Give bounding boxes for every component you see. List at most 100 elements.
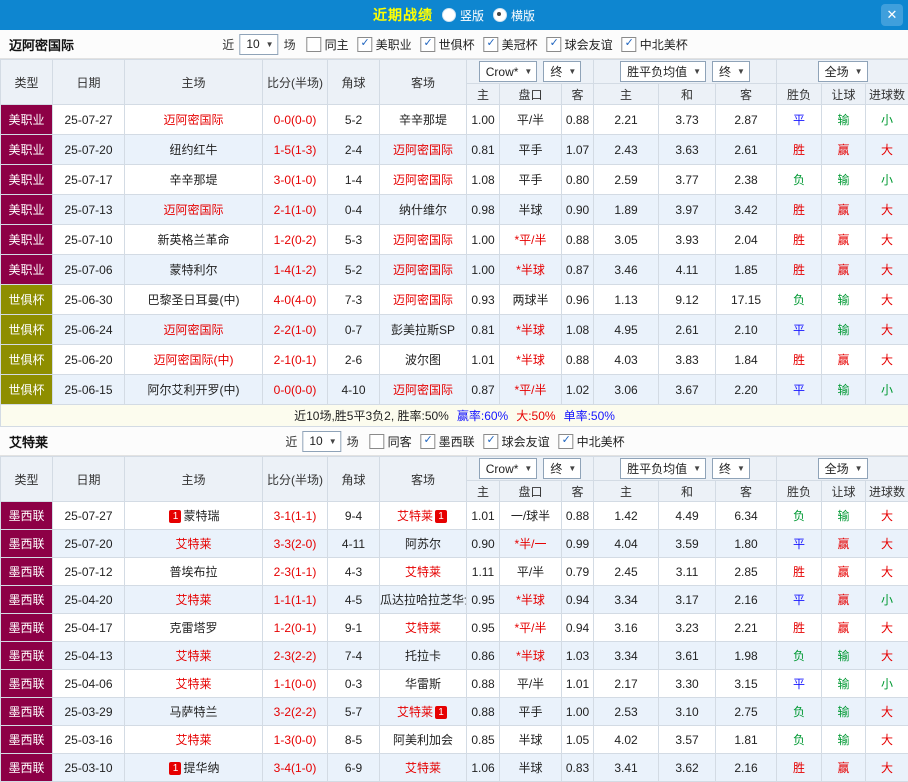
odds-group-2: 胜平负均值▼ 终▼ bbox=[594, 457, 777, 481]
wdl-final-select[interactable]: 终▼ bbox=[712, 61, 750, 82]
filter-checkbox[interactable]: ✓中北美杯 bbox=[559, 433, 625, 450]
home-team[interactable]: 新英格兰革命 bbox=[125, 225, 263, 255]
odds-final-select[interactable]: 终▼ bbox=[543, 458, 581, 479]
score: 3-2(2-2) bbox=[263, 698, 328, 726]
home-avg-odds: 2.45 bbox=[594, 558, 659, 586]
col-home-odds: 主 bbox=[467, 481, 500, 502]
result-wdl: 胜 bbox=[777, 135, 822, 165]
match-date: 25-04-13 bbox=[53, 642, 125, 670]
away-team[interactable]: 迈阿密国际 bbox=[380, 255, 467, 285]
away-team[interactable]: 迈阿密国际 bbox=[380, 165, 467, 195]
away-team[interactable]: 华雷斯 bbox=[380, 670, 467, 698]
away-team[interactable]: 彭美拉斯SP bbox=[380, 315, 467, 345]
away-team[interactable]: 艾特莱 bbox=[380, 558, 467, 586]
home-team[interactable]: 迈阿密国际(中) bbox=[125, 345, 263, 375]
fulltime-select[interactable]: 全场▼ bbox=[818, 458, 868, 479]
odds-group-1: Crow*▼终▼ bbox=[467, 60, 594, 84]
handicap-line: 一/球半 bbox=[500, 502, 562, 530]
away-avg-odds: 2.87 bbox=[716, 105, 777, 135]
corners: 5-2 bbox=[328, 105, 380, 135]
away-team[interactable]: 迈阿密国际 bbox=[380, 225, 467, 255]
filter-checkbox[interactable]: ✓美冠杯 bbox=[484, 36, 538, 53]
home-team[interactable]: 迈阿密国际 bbox=[125, 195, 263, 225]
match-count-select[interactable]: 10▼ bbox=[239, 34, 278, 55]
filter-checkbox[interactable]: ✓中北美杯 bbox=[622, 36, 688, 53]
corners: 0-4 bbox=[328, 195, 380, 225]
away-team[interactable]: 波尔图 bbox=[380, 345, 467, 375]
away-team[interactable]: 艾特莱1 bbox=[380, 698, 467, 726]
home-team[interactable]: 艾特莱 bbox=[125, 642, 263, 670]
away-team[interactable]: 艾特莱 bbox=[380, 754, 467, 782]
table-row: 墨西联25-04-13艾特莱2-3(2-2)7-4托拉卡0.86*半球1.033… bbox=[1, 642, 908, 670]
away-avg-odds: 2.10 bbox=[716, 315, 777, 345]
odds-source-select[interactable]: Crow*▼ bbox=[479, 458, 538, 479]
draw-avg-odds: 3.77 bbox=[659, 165, 716, 195]
matches-label: 场 bbox=[284, 36, 296, 53]
home-team[interactable]: 艾特莱 bbox=[125, 670, 263, 698]
home-avg-odds: 4.03 bbox=[594, 345, 659, 375]
home-team[interactable]: 迈阿密国际 bbox=[125, 105, 263, 135]
away-team[interactable]: 迈阿密国际 bbox=[380, 375, 467, 405]
home-team[interactable]: 艾特莱 bbox=[125, 726, 263, 754]
col-goals: 进球数 bbox=[866, 481, 908, 502]
filter-checkbox[interactable]: ✓世俱杯 bbox=[421, 36, 475, 53]
home-avg-odds: 4.02 bbox=[594, 726, 659, 754]
away-team[interactable]: 迈阿密国际 bbox=[380, 285, 467, 315]
home-team[interactable]: 1蒙特瑞 bbox=[125, 502, 263, 530]
wdl-final-select[interactable]: 终▼ bbox=[712, 458, 750, 479]
radio-horizontal-layout[interactable]: 横版 bbox=[493, 7, 535, 24]
home-team[interactable]: 马萨特兰 bbox=[125, 698, 263, 726]
filter-checkbox[interactable]: ✓球会友谊 bbox=[547, 36, 613, 53]
home-team[interactable]: 阿尔艾利开罗(中) bbox=[125, 375, 263, 405]
match-count-select[interactable]: 10▼ bbox=[302, 431, 341, 452]
odds-source-select[interactable]: Crow*▼ bbox=[479, 61, 538, 82]
home-avg-odds: 3.34 bbox=[594, 642, 659, 670]
team-name-text: 迈阿密国际 bbox=[393, 293, 453, 307]
league-type: 美职业 bbox=[1, 255, 53, 285]
radio-vertical-layout[interactable]: 竖版 bbox=[442, 7, 484, 24]
away-team[interactable]: 托拉卡 bbox=[380, 642, 467, 670]
fulltime-select[interactable]: 全场▼ bbox=[818, 61, 868, 82]
away-odds: 1.08 bbox=[562, 315, 594, 345]
home-team[interactable]: 纽约红牛 bbox=[125, 135, 263, 165]
result-goals: 小 bbox=[866, 105, 908, 135]
away-team[interactable]: 阿美利加会 bbox=[380, 726, 467, 754]
away-team[interactable]: 辛辛那堤 bbox=[380, 105, 467, 135]
home-team[interactable]: 艾特莱 bbox=[125, 530, 263, 558]
home-team[interactable]: 巴黎圣日耳曼(中) bbox=[125, 285, 263, 315]
filter-checkbox[interactable]: 同主 bbox=[307, 36, 349, 53]
home-team[interactable]: 艾特莱 bbox=[125, 586, 263, 614]
away-team[interactable]: 纳什维尔 bbox=[380, 195, 467, 225]
close-icon[interactable]: ✕ bbox=[881, 4, 903, 26]
odds-group-3: 全场▼ bbox=[777, 60, 908, 84]
home-team[interactable]: 普埃布拉 bbox=[125, 558, 263, 586]
away-team[interactable]: 瓜达拉哈拉芝华士 bbox=[380, 586, 467, 614]
match-date: 25-07-27 bbox=[53, 502, 125, 530]
home-team[interactable]: 蒙特利尔 bbox=[125, 255, 263, 285]
checkbox-label: 美职业 bbox=[376, 36, 412, 53]
home-avg-odds: 1.89 bbox=[594, 195, 659, 225]
home-team[interactable]: 迈阿密国际 bbox=[125, 315, 263, 345]
away-team[interactable]: 迈阿密国际 bbox=[380, 135, 467, 165]
table-row: 美职业25-07-27迈阿密国际0-0(0-0)5-2辛辛那堤1.00平/半0.… bbox=[1, 105, 908, 135]
home-odds: 0.98 bbox=[467, 195, 500, 225]
col-home-odds: 主 bbox=[467, 84, 500, 105]
away-team[interactable]: 阿苏尔 bbox=[380, 530, 467, 558]
away-team[interactable]: 艾特莱 bbox=[380, 614, 467, 642]
filter-checkbox[interactable]: ✓美职业 bbox=[358, 36, 412, 53]
result-handicap: 赢 bbox=[822, 530, 866, 558]
home-team[interactable]: 辛辛那堤 bbox=[125, 165, 263, 195]
home-team[interactable]: 1提华纳 bbox=[125, 754, 263, 782]
checkbox-label: 世俱杯 bbox=[439, 36, 475, 53]
filter-checkbox[interactable]: 同客 bbox=[370, 433, 412, 450]
home-team[interactable]: 克雷塔罗 bbox=[125, 614, 263, 642]
wdl-avg-select[interactable]: 胜平负均值▼ bbox=[620, 61, 706, 82]
away-team[interactable]: 艾特莱1 bbox=[380, 502, 467, 530]
draw-avg-odds: 4.49 bbox=[659, 502, 716, 530]
away-odds: 0.88 bbox=[562, 225, 594, 255]
wdl-avg-select[interactable]: 胜平负均值▼ bbox=[620, 458, 706, 479]
draw-avg-odds: 3.93 bbox=[659, 225, 716, 255]
filter-checkbox[interactable]: ✓墨西联 bbox=[421, 433, 475, 450]
odds-final-select[interactable]: 终▼ bbox=[543, 61, 581, 82]
filter-checkbox[interactable]: ✓球会友谊 bbox=[484, 433, 550, 450]
